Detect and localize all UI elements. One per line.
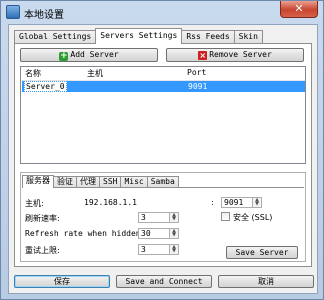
tab-server[interactable]: 服务器 <box>22 175 54 188</box>
tab-skin[interactable]: Skin <box>233 30 263 43</box>
host-input[interactable]: 192.168.1.1 <box>84 198 137 207</box>
app-icon <box>6 5 20 19</box>
cancel-button[interactable]: 取消 <box>218 275 314 288</box>
server-detail-area: 服务器 验证 代理 SSH Misc Samba 主机: 192.168.1.1… <box>20 172 306 262</box>
remove-server-label: Remove Server <box>209 50 272 59</box>
column-port[interactable]: Port <box>187 68 206 77</box>
tab-rss-feeds[interactable]: Rss Feeds <box>181 30 235 43</box>
refresh-stepper[interactable]: ▲ ▼ <box>169 212 179 223</box>
port-stepper[interactable]: ▲ ▼ <box>252 197 262 208</box>
tab-global-settings[interactable]: Global Settings <box>14 30 97 43</box>
top-tabs: Global Settings Servers Settings Rss Fee… <box>14 28 263 44</box>
retry-stepper[interactable]: ▲ ▼ <box>169 244 179 255</box>
tab-samba[interactable]: Samba <box>146 176 179 187</box>
settings-window: 本地设置 ✕ Global Settings Servers Settings … <box>0 0 324 300</box>
save-button[interactable]: 保存 <box>14 275 110 288</box>
add-server-button[interactable]: + Add Server <box>20 48 158 62</box>
save-server-button[interactable]: Save Server <box>226 246 298 259</box>
server-list-header: 名称 主机 Port <box>21 67 305 81</box>
tab-auth[interactable]: 验证 <box>53 176 77 187</box>
column-host[interactable]: 主机 <box>87 68 103 79</box>
refresh-hidden-input[interactable]: 30 <box>138 228 170 239</box>
tab-ssh[interactable]: SSH <box>99 176 122 187</box>
server-list[interactable]: 名称 主机 Port Server_0 9091 <box>20 66 306 164</box>
server-tab-panel: 主机: 192.168.1.1 : 9091 ▲ ▼ 安全 (SSL) 刷新速率:… <box>22 187 304 261</box>
x-icon: × <box>198 51 208 60</box>
ssl-label: 安全 (SSL) <box>233 213 273 222</box>
spin-down-icon[interactable]: ▼ <box>170 217 178 222</box>
save-and-connect-button[interactable]: Save and Connect <box>116 275 212 288</box>
ssl-checkbox[interactable] <box>221 212 230 221</box>
servers-settings-panel: + Add Server × Remove Server 名称 主机 Port Se… <box>14 43 312 267</box>
refresh-label: 刷新速率: <box>25 214 60 223</box>
server-port-cell: 9091 <box>188 82 208 91</box>
tab-servers-settings[interactable]: Servers Settings <box>95 28 183 44</box>
host-label: 主机: <box>25 199 44 208</box>
refresh-hidden-stepper[interactable]: ▲ ▼ <box>169 228 179 239</box>
spin-down-icon[interactable]: ▼ <box>170 233 178 238</box>
retry-label: 重试上限: <box>25 246 60 255</box>
title-bar[interactable]: 本地设置 ✕ <box>1 1 323 23</box>
column-name[interactable]: 名称 <box>25 68 41 79</box>
plus-icon: + <box>59 51 69 61</box>
close-icon: ✕ <box>294 2 304 15</box>
server-name-cell[interactable]: Server_0 <box>24 81 67 92</box>
host-port-separator: : <box>211 198 214 207</box>
refresh-hidden-label: Refresh rate when hidden: <box>25 229 146 238</box>
dialog-body: Global Settings Servers Settings Rss Fee… <box>8 24 318 294</box>
window-title: 本地设置 <box>24 10 64 21</box>
tab-misc[interactable]: Misc <box>120 176 148 187</box>
detail-tabs: 服务器 验证 代理 SSH Misc Samba <box>22 175 179 188</box>
server-row[interactable]: Server_0 9091 <box>22 81 305 92</box>
add-server-label: Add Server <box>70 50 119 59</box>
retry-input[interactable]: 3 <box>138 244 170 255</box>
refresh-input[interactable]: 3 <box>138 212 170 223</box>
port-input[interactable]: 9091 <box>221 197 253 208</box>
remove-server-button[interactable]: × Remove Server <box>166 48 304 62</box>
close-button[interactable]: ✕ <box>280 1 318 18</box>
spin-down-icon[interactable]: ▼ <box>253 202 261 207</box>
tab-proxy[interactable]: 代理 <box>76 176 100 187</box>
spin-down-icon[interactable]: ▼ <box>170 249 178 254</box>
